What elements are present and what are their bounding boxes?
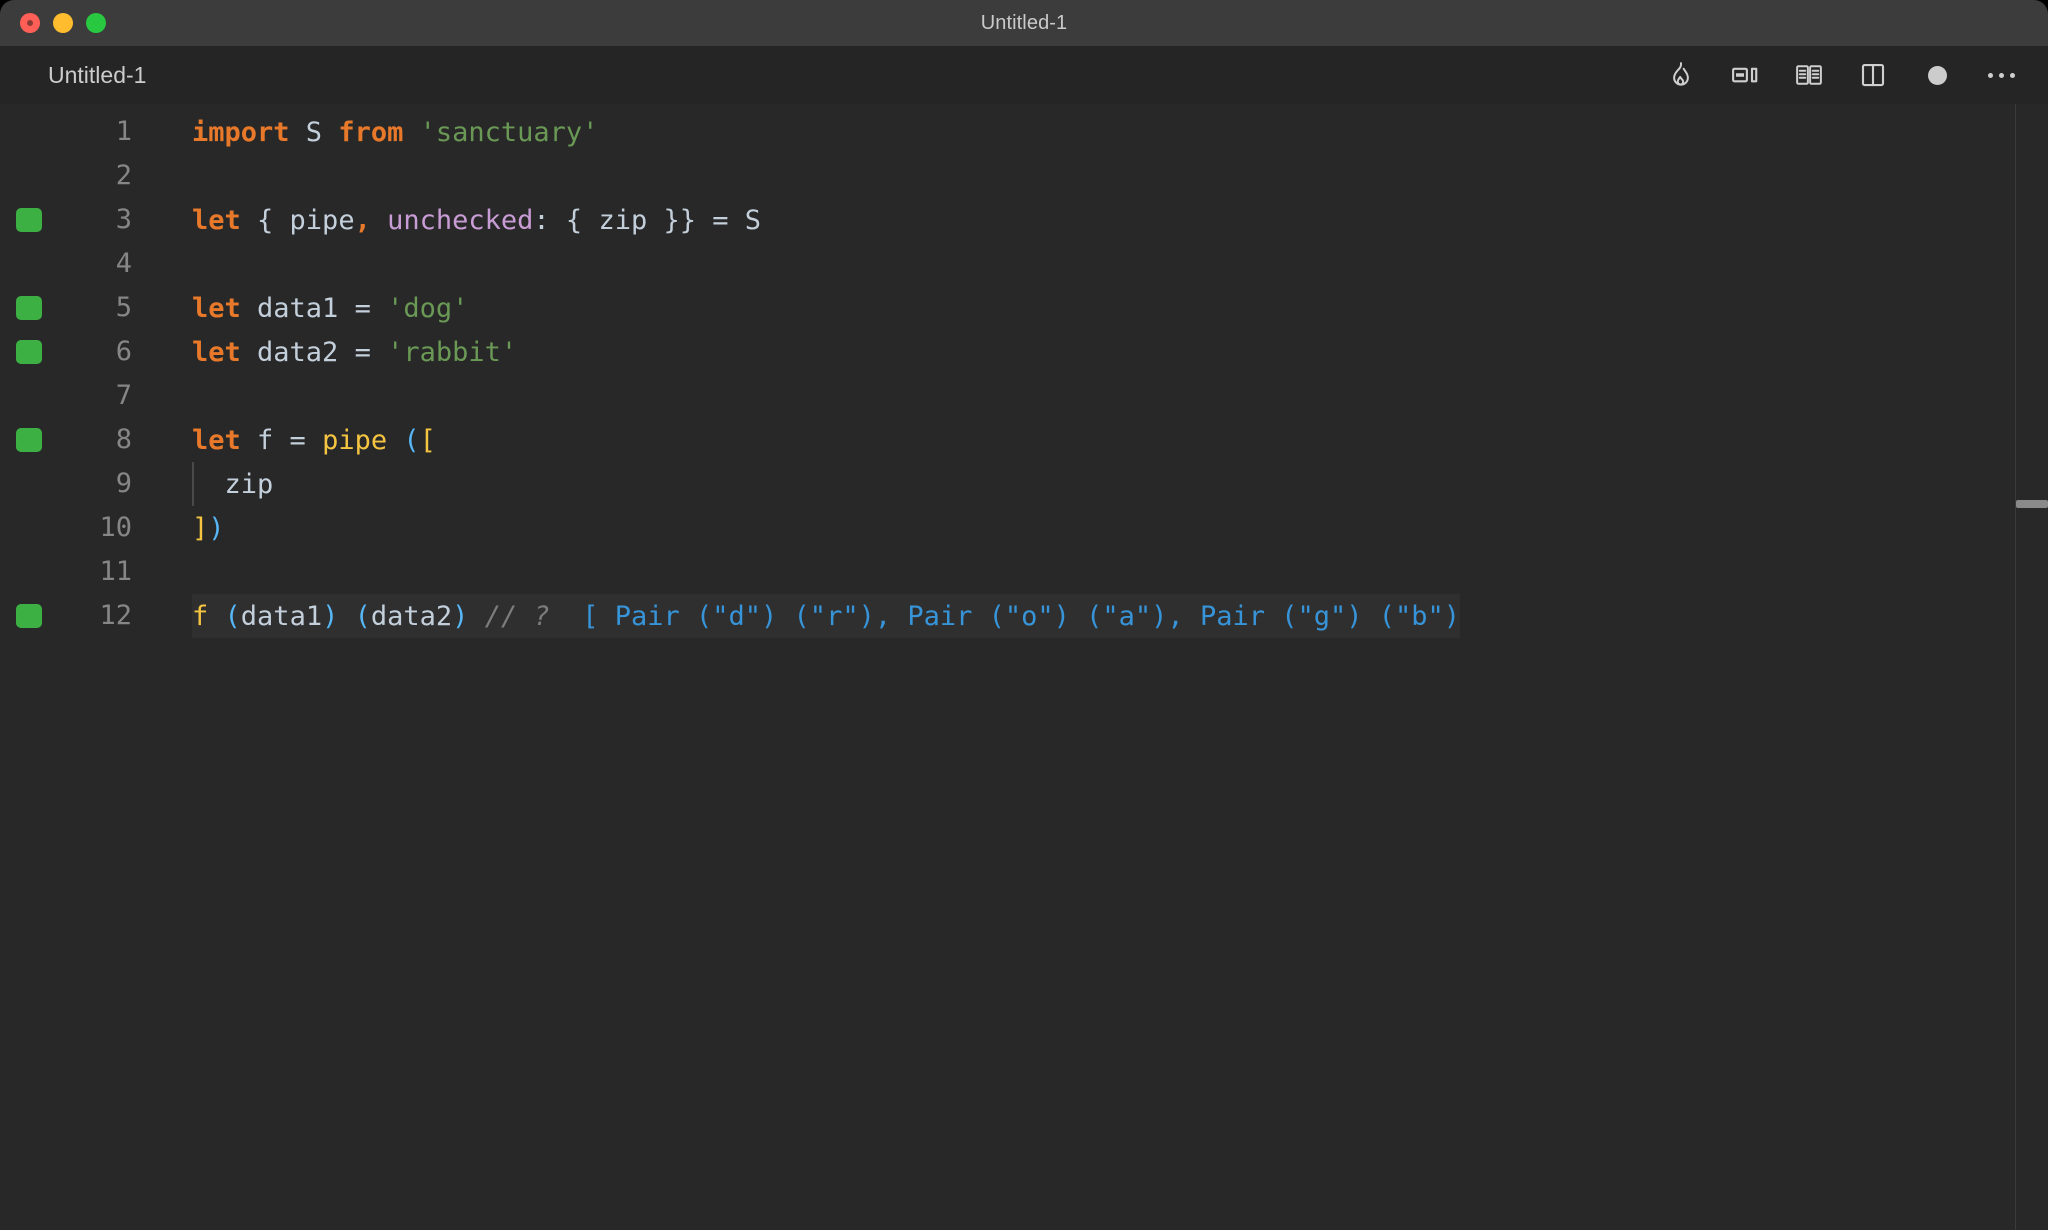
token-keyword: let [192,292,241,324]
token-plain: S [289,116,339,148]
token-plain: { pipe [240,204,355,236]
token-paren-blue: ) [208,512,225,544]
token-plain: : { zip }} = S [533,204,761,236]
minimize-window-button[interactable] [53,13,73,33]
line-content[interactable]: let { pipe, unchecked: { zip }} = S [192,198,765,242]
line-number: 11 [99,556,132,587]
close-window-button[interactable] [20,13,40,33]
editor-actions [1664,58,2018,92]
token-string: 'rabbit' [387,336,518,368]
line-number: 2 [115,160,132,191]
token-string: 'sanctuary' [419,116,599,148]
traffic-light-controls [0,13,106,33]
line-number: 7 [115,380,132,411]
editor-tabbar: Untitled-1 [0,46,2048,104]
code-line[interactable]: 2 [0,154,2048,198]
line-content[interactable]: let data2 = 'rabbit' [192,330,521,374]
token-paren-yellow: ] [192,512,209,544]
split-panel-icon[interactable] [1856,58,1890,92]
line-content[interactable]: import S from 'sanctuary' [192,110,602,154]
code-line[interactable]: 6 let data2 = 'rabbit' [0,330,2048,374]
line-content[interactable] [192,154,196,198]
token-plain: zip [192,468,274,500]
code-lines[interactable]: 1 import S from 'sanctuary' 2 3 let { pipe, … [0,104,2048,638]
code-line[interactable]: 9 zip [0,462,2048,506]
token-paren-blue: ) [322,600,339,632]
code-line[interactable]: 7 [0,374,2048,418]
token-keyword: let [192,336,241,368]
token-plain: data1 [240,600,323,632]
maximize-window-button[interactable] [86,13,106,33]
code-line[interactable]: 10]) [0,506,2048,550]
window-title: Untitled-1 [980,11,1068,34]
line-content[interactable] [192,550,196,594]
line-content[interactable]: ]) [192,506,229,550]
token-keyword: let [192,424,241,456]
line-number: 3 [115,204,132,235]
token-keyword: from [338,116,404,148]
line-content[interactable]: f (data1) (data2) // ? [ Pair ("d") ("r"… [192,594,1461,638]
code-line[interactable]: 11 [0,550,2048,594]
window-titlebar: Untitled-1 [0,0,2048,46]
circle-dot-icon[interactable] [1920,58,1954,92]
line-number: 6 [115,336,132,367]
token-plain: f = [240,424,323,456]
token-keyword: import [192,116,290,148]
token-hint: [ Pair ("d") ("r"), Pair ("o") ("a"), Pa… [582,600,1461,632]
line-content[interactable] [192,374,196,418]
line-number: 5 [115,292,132,323]
line-number: 10 [99,512,132,543]
line-number: 12 [99,600,132,631]
line-number: 9 [115,468,132,499]
line-number: 4 [115,248,132,279]
split-editor-right-icon[interactable] [1728,58,1762,92]
token-function: f [192,600,209,632]
horizontal-scrollbar-thumb[interactable] [2016,500,2048,508]
line-content[interactable] [192,242,196,286]
code-line[interactable]: 1 import S from 'sanctuary' [0,110,2048,154]
token-function: pipe [322,424,388,456]
vertical-ruler [2015,104,2016,1230]
line-content[interactable]: zip [192,462,277,506]
token-plain: data1 = [240,292,388,324]
code-line[interactable]: 5 let data1 = 'dog' [0,286,2048,330]
token-keyword: , [354,204,371,236]
token-paren-blue: ) [452,600,469,632]
token-paren-yellow: [ [419,424,436,456]
token-paren-blue: ( [403,424,420,456]
line-content[interactable]: let data1 = 'dog' [192,286,472,330]
token-paren-blue: ( [354,600,371,632]
line-number: 1 [115,116,132,147]
editor-window: Untitled-1 Untitled-1 1 import S from 's… [0,0,2048,1230]
line-content[interactable]: let f = pipe ([ [192,418,440,462]
more-actions-icon[interactable] [1984,58,2018,92]
token-comment: // ? [484,600,550,632]
token-keyword: let [192,204,241,236]
code-line[interactable]: 3 let { pipe, unchecked: { zip }} = S [0,198,2048,242]
token-paren-blue: ( [224,600,241,632]
open-changes-icon[interactable] [1792,58,1826,92]
token-plain: data2 [370,600,453,632]
flame-icon[interactable] [1664,58,1698,92]
token-string: 'dog' [387,292,469,324]
token-property: unchecked [387,204,534,236]
line-number: 8 [115,424,132,455]
token-plain: data2 = [240,336,388,368]
tab-untitled-1[interactable]: Untitled-1 [48,62,146,89]
code-line[interactable]: 4 [0,242,2048,286]
code-line[interactable]: 12 f (data1) (data2) // ? [ Pair ("d") ("… [0,594,2048,638]
code-editor[interactable]: 1 import S from 'sanctuary' 2 3 let { pipe, … [0,104,2048,1230]
code-line[interactable]: 8 let f = pipe ([ [0,418,2048,462]
